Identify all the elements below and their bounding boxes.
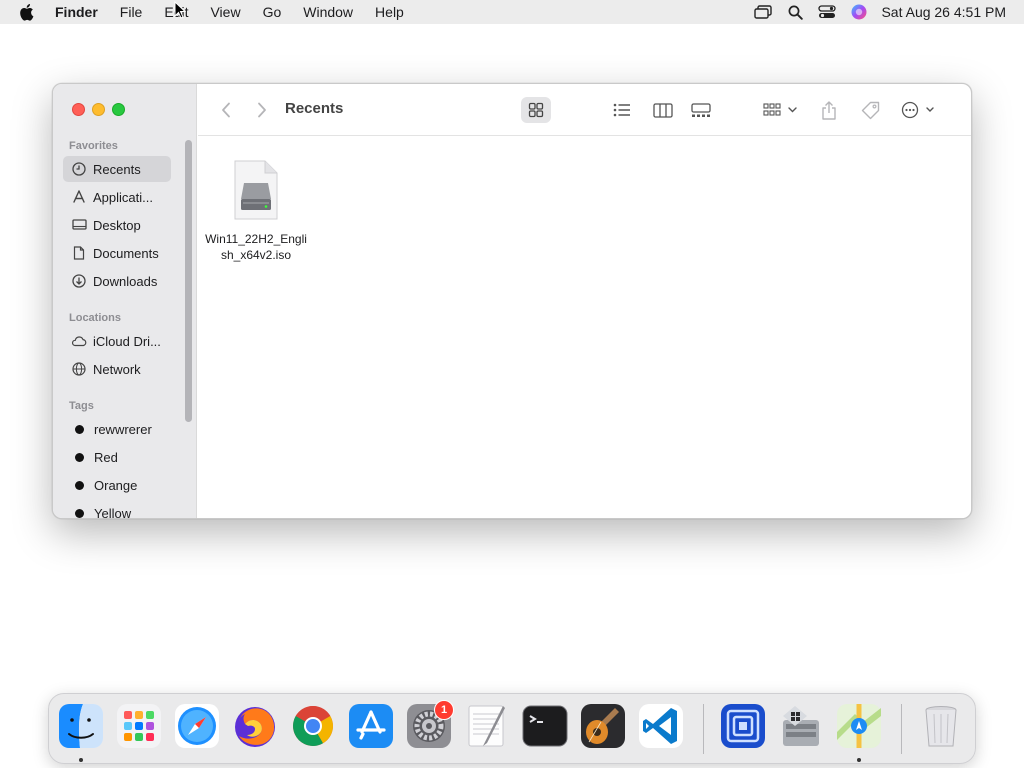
tag-dot-icon: [75, 452, 84, 462]
sidebar-item-label: Red: [94, 449, 118, 465]
control-center-icon[interactable]: [811, 0, 843, 24]
dock: 1: [48, 693, 976, 764]
globe-icon: [71, 361, 87, 377]
sidebar-item-desktop[interactable]: Desktop: [63, 212, 171, 238]
dock-running-indicator: [79, 758, 83, 762]
sidebar-item-label: Downloads: [93, 273, 158, 289]
sidebar-item-label: rewwrerer: [94, 421, 152, 437]
sidebar-section-locations: Locations: [69, 312, 121, 324]
file-name: Win11_22H2_English_x64v2.iso: [205, 232, 307, 262]
dock-running-indicator: [857, 758, 861, 762]
tag-icon[interactable]: [858, 97, 882, 123]
sidebar-item-label: Orange: [94, 477, 138, 493]
tag-dot-icon: [75, 508, 84, 518]
sidebar-item-applications[interactable]: Applicati...: [63, 184, 171, 210]
file-item[interactable]: Win11_22H2_English_x64v2.iso: [204, 159, 308, 263]
column-view-icon[interactable]: [649, 97, 677, 123]
document-icon: [71, 245, 87, 261]
spotlight-search-icon[interactable]: [779, 0, 811, 24]
gallery-view-icon[interactable]: [687, 97, 715, 123]
list-view-icon[interactable]: [609, 97, 635, 123]
sidebar-item-label: Desktop: [93, 217, 141, 233]
dock-boot-camp-icon[interactable]: [777, 702, 825, 750]
menu-bar: Finder File Edit View Go Window Help Sat…: [0, 0, 1024, 24]
sidebar-tag-orange[interactable]: Orange: [63, 472, 171, 498]
forward-icon[interactable]: [252, 97, 272, 123]
applications-icon: [71, 189, 87, 205]
tag-dot-icon: [75, 480, 84, 490]
menu-file[interactable]: File: [109, 0, 154, 24]
finder-window: Favorites Recents Applicati... Desktop D…: [52, 83, 972, 519]
siri-icon[interactable]: [843, 0, 875, 24]
sidebar-tag-red[interactable]: Red: [63, 444, 171, 470]
close-window-button[interactable]: [72, 103, 85, 116]
icon-view-icon[interactable]: [521, 97, 551, 123]
menu-help[interactable]: Help: [364, 0, 415, 24]
finder-sidebar: Favorites Recents Applicati... Desktop D…: [53, 84, 197, 518]
sidebar-section-favorites: Favorites: [69, 140, 118, 152]
menu-view[interactable]: View: [199, 0, 251, 24]
dock-firefox-icon[interactable]: [231, 702, 279, 750]
dock-launchpad-icon[interactable]: [115, 702, 163, 750]
dock-safari-icon[interactable]: [173, 702, 221, 750]
dock-trash-icon[interactable]: [917, 702, 965, 750]
sidebar-item-documents[interactable]: Documents: [63, 240, 171, 266]
menu-clock[interactable]: Sat Aug 26 4:51 PM: [881, 4, 1006, 20]
sidebar-section-tags: Tags: [69, 400, 94, 412]
clock-icon: [71, 161, 87, 177]
zoom-window-button[interactable]: [112, 103, 125, 116]
sidebar-item-label: Applicati...: [93, 189, 153, 205]
dock-system-settings-icon[interactable]: 1: [405, 700, 454, 750]
dock-terminal-icon[interactable]: [521, 702, 569, 750]
sidebar-item-label: Network: [93, 361, 141, 377]
menu-go[interactable]: Go: [252, 0, 293, 24]
sidebar-item-network[interactable]: Network: [63, 356, 171, 382]
screen-mirroring-icon[interactable]: [747, 0, 779, 24]
dock-finder-icon[interactable]: [57, 702, 105, 750]
sidebar-item-label: iCloud Dri...: [93, 333, 161, 349]
dock-instruments-icon[interactable]: [579, 702, 627, 750]
menu-window[interactable]: Window: [292, 0, 364, 24]
more-icon[interactable]: [900, 97, 938, 123]
desktop-icon: [71, 217, 87, 233]
notification-badge: 1: [434, 700, 454, 720]
apple-menu-icon[interactable]: [18, 3, 40, 21]
download-icon: [71, 273, 87, 289]
share-icon[interactable]: [818, 97, 840, 123]
sidebar-item-recents[interactable]: Recents: [63, 156, 171, 182]
sidebar-item-icloud-drive[interactable]: iCloud Dri...: [63, 328, 171, 354]
dock-separator: [703, 704, 704, 754]
sidebar-item-label: Documents: [93, 245, 159, 261]
disk-image-icon: [231, 159, 281, 221]
finder-content: Win11_22H2_English_x64v2.iso: [198, 137, 971, 518]
finder-toolbar: Recents: [198, 84, 971, 136]
group-icon[interactable]: [761, 97, 801, 123]
sidebar-tag-yellow[interactable]: Yellow: [63, 500, 171, 519]
dock-chrome-icon[interactable]: [289, 702, 337, 750]
dock-app-store-icon[interactable]: [347, 702, 395, 750]
menu-app-finder[interactable]: Finder: [49, 0, 109, 24]
mouse-cursor-icon: [174, 1, 186, 19]
minimize-window-button[interactable]: [92, 103, 105, 116]
tag-dot-icon: [75, 424, 84, 434]
sidebar-tag-rewwrerer[interactable]: rewwrerer: [63, 416, 171, 442]
dock-separator: [901, 704, 902, 754]
cloud-icon: [71, 333, 87, 349]
dock-textedit-icon[interactable]: [463, 702, 511, 750]
sidebar-scrollbar[interactable]: [185, 140, 192, 422]
dock-maps-icon[interactable]: [835, 702, 883, 750]
window-title: Recents: [285, 100, 344, 117]
dock-screen-sharing-icon[interactable]: [719, 702, 767, 750]
sidebar-item-label: Yellow: [94, 505, 132, 519]
sidebar-item-downloads[interactable]: Downloads: [63, 268, 171, 294]
sidebar-item-label: Recents: [93, 161, 141, 177]
back-icon[interactable]: [216, 97, 236, 123]
dock-vscode-icon[interactable]: [637, 702, 685, 750]
